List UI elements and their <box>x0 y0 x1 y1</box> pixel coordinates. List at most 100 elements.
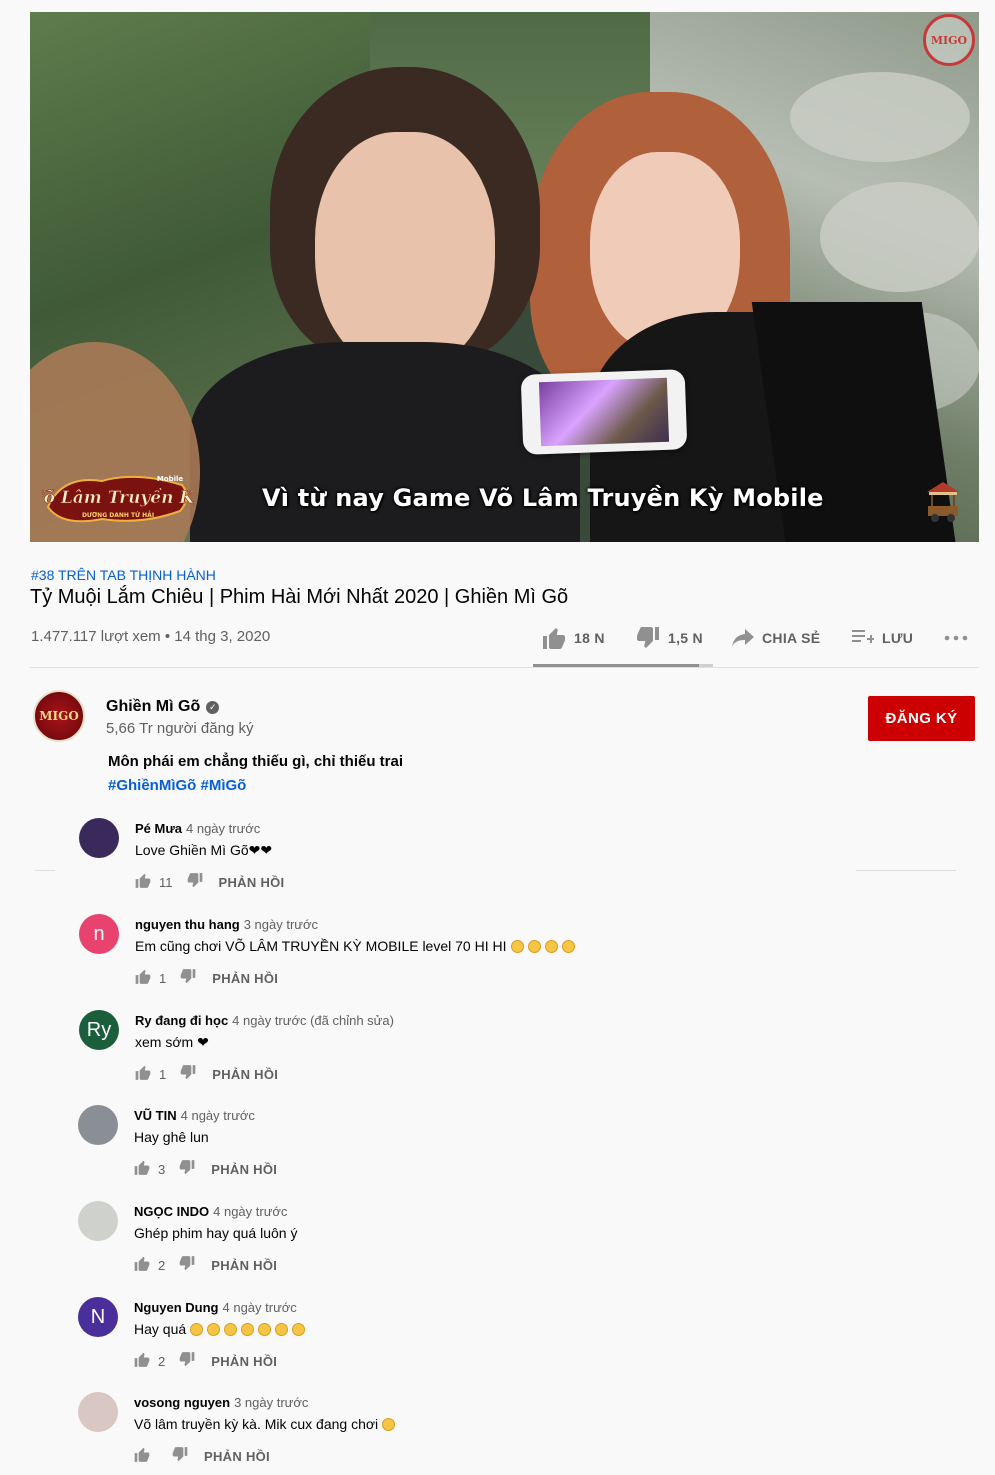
video-player[interactable]: MIGO Võ Lâm Truyền Kỳ Mobile DƯƠNG DANH … <box>30 12 979 542</box>
comment-header: Pé Mưa 4 ngày trước <box>135 821 260 836</box>
svg-text:Võ Lâm Truyền Kỳ: Võ Lâm Truyền Kỳ <box>42 488 194 508</box>
comment-header: Ry đang đi học 4 ngày trước (đã chỉnh sửa… <box>135 1013 394 1028</box>
comment-item: vosong nguyen 3 ngày trước Võ lâm truyền k… <box>0 1392 994 1475</box>
comment-text-row: Hay quá <box>134 1321 306 1337</box>
comment-author[interactable]: nguyen thu hang <box>135 917 240 932</box>
svg-text:Mobile: Mobile <box>157 475 184 483</box>
video-actions: 18 N 1,5 N CHIA SẺ LƯU <box>0 623 995 653</box>
comment-header: VŨ TIN 4 ngày trước <box>134 1108 255 1123</box>
comment-reply-button[interactable]: PHẢN HỒI <box>211 1258 277 1273</box>
thumbs-down-icon <box>179 1352 195 1367</box>
more-actions-button[interactable] <box>944 623 976 653</box>
thumbs-down-icon <box>179 1256 195 1271</box>
description-hashtags[interactable]: #GhiềnMìGõ #MìGõ <box>108 777 246 794</box>
comment-item: NGỌC INDO 4 ngày trước Ghép phim hay quá l… <box>0 1201 994 1297</box>
comment-time[interactable]: 4 ngày trước <box>186 821 260 836</box>
comment-reply-button[interactable]: PHẢN HỒI <box>204 1449 270 1464</box>
comment-text-row: Hay ghê lun <box>134 1129 209 1145</box>
verified-check-icon: ✓ <box>206 700 220 714</box>
thumbs-up-icon <box>134 1352 150 1367</box>
save-to-playlist-button[interactable]: LƯU <box>852 623 913 653</box>
comment-text-row: Ghép phim hay quá luôn ý <box>134 1225 297 1241</box>
comment-like-button[interactable] <box>134 1352 150 1370</box>
comment-header: NGỌC INDO 4 ngày trước <box>134 1204 287 1219</box>
comment-like-button[interactable] <box>134 1256 150 1274</box>
comment-reply-button[interactable]: PHẢN HỒI <box>212 1067 278 1082</box>
comment-item: Pé Mưa 4 ngày trước Love Ghiền Mì Gõ❤❤ 11 PH… <box>0 818 995 914</box>
thumbs-down-icon <box>172 1447 188 1462</box>
comment-text: Love Ghiền Mì Gõ❤❤ <box>135 842 273 858</box>
comment-reply-button[interactable]: PHẢN HỒI <box>219 875 285 890</box>
comment-like-button[interactable] <box>135 969 151 987</box>
comment-reply-button[interactable]: PHẢN HỒI <box>211 1162 277 1177</box>
emoji-icon <box>527 940 541 953</box>
video-title: Tỷ Muội Lắm Chiêu | Phim Hài Mới Nhất 20… <box>30 586 569 608</box>
emoji-icon <box>275 1323 289 1336</box>
comment-text: Ghép phim hay quá luôn ý <box>134 1225 298 1241</box>
comment-reply-button[interactable]: PHẢN HỒI <box>211 1354 277 1369</box>
comment-actions: 1 PHẢN HỒI <box>135 1064 278 1084</box>
comment-dislike-button[interactable] <box>179 1160 195 1178</box>
comment-author[interactable]: vosong nguyen <box>134 1395 230 1410</box>
comment-time[interactable]: 4 ngày trước <box>181 1108 255 1123</box>
comment-like-count: 11 <box>159 874 173 890</box>
thumbs-down-icon <box>180 969 196 984</box>
comment-actions: PHẢN HỒI <box>134 1446 270 1466</box>
comment-dislike-button[interactable] <box>179 1352 195 1370</box>
like-button[interactable]: 18 N <box>542 623 605 653</box>
comment-like-count: 2 <box>158 1257 166 1273</box>
comment-dislike-button[interactable] <box>180 969 196 987</box>
comment-author[interactable]: Pé Mưa <box>135 821 182 836</box>
comment-author[interactable]: Ry đang đi học <box>135 1013 228 1028</box>
comment-like-button[interactable] <box>134 1160 150 1178</box>
commenter-avatar[interactable] <box>78 1392 118 1432</box>
comment-item: n nguyen thu hang 3 ngày trước Em cũng chơi… <box>0 914 995 1010</box>
comment-item: N Nguyen Dung 4 ngày trước Hay quá 2 PHẢN HỒI <box>0 1297 994 1393</box>
comment-author[interactable]: NGỌC INDO <box>134 1204 209 1219</box>
comment-text: Hay ghê lun <box>134 1129 209 1145</box>
thumbs-up-icon <box>134 1447 150 1462</box>
channel-watermark-logo[interactable]: MIGO <box>923 14 975 66</box>
share-arrow-icon <box>732 629 754 647</box>
channel-name[interactable]: Ghiền Mì Gõ <box>106 698 200 716</box>
commenter-avatar[interactable]: Ry <box>79 1010 119 1050</box>
trending-tag-link[interactable]: #38 TRÊN TAB THỊNH HÀNH <box>31 567 216 583</box>
comment-reply-button[interactable]: PHẢN HỒI <box>212 971 278 986</box>
commenter-avatar[interactable] <box>79 818 119 858</box>
comment-like-button[interactable] <box>134 1447 150 1465</box>
commenter-avatar[interactable]: N <box>78 1297 118 1337</box>
comment-dislike-button[interactable] <box>179 1256 195 1274</box>
comment-author[interactable]: VŨ TIN <box>134 1108 177 1123</box>
game-logo: Võ Lâm Truyền Kỳ Mobile DƯƠNG DANH TỨ HẢ… <box>42 475 194 523</box>
comment-text: Võ lâm truyền kỳ kà. Mik cux đang chơi <box>134 1416 379 1432</box>
comment-time[interactable]: 3 ngày trước <box>234 1395 308 1410</box>
comment-time[interactable]: 4 ngày trước <box>223 1300 297 1315</box>
comment-dislike-button[interactable] <box>180 1065 196 1083</box>
channel-name-row[interactable]: Ghiền Mì Gõ ✓ <box>106 698 220 716</box>
thumbs-up-icon <box>135 873 151 888</box>
thumbs-up-icon <box>543 628 565 649</box>
comment-time[interactable]: 4 ngày trước (đã chỉnh sửa) <box>232 1013 394 1028</box>
comment-dislike-button[interactable] <box>187 873 203 891</box>
subscribe-button[interactable]: ĐĂNG KÝ <box>868 696 975 741</box>
commenter-avatar[interactable] <box>78 1105 118 1145</box>
commenter-avatar[interactable] <box>78 1201 118 1241</box>
dislike-button[interactable]: 1,5 N <box>636 623 703 653</box>
channel-avatar[interactable]: MIGO <box>33 690 85 742</box>
thumbs-up-icon <box>135 969 151 984</box>
comment-like-button[interactable] <box>135 1065 151 1083</box>
comment-like-button[interactable] <box>135 873 151 891</box>
thumbs-down-icon <box>187 873 202 888</box>
svg-text:DƯƠNG DANH TỨ HẢI: DƯƠNG DANH TỨ HẢI <box>82 511 154 519</box>
share-button[interactable]: CHIA SẺ <box>732 623 820 653</box>
emoji-icon <box>190 1323 204 1336</box>
comment-text-row: Võ lâm truyền kỳ kà. Mik cux đang chơi <box>134 1416 396 1432</box>
commenter-avatar[interactable]: n <box>79 914 119 954</box>
emoji-icon <box>241 1323 255 1336</box>
comment-author[interactable]: Nguyen Dung <box>134 1300 219 1315</box>
comment-time[interactable]: 3 ngày trước <box>244 917 318 932</box>
comment-time[interactable]: 4 ngày trước <box>213 1204 287 1219</box>
comment-text-row: Love Ghiền Mì Gõ❤❤ <box>135 842 272 859</box>
thumbs-down-icon <box>180 1065 196 1080</box>
comment-dislike-button[interactable] <box>172 1447 188 1465</box>
